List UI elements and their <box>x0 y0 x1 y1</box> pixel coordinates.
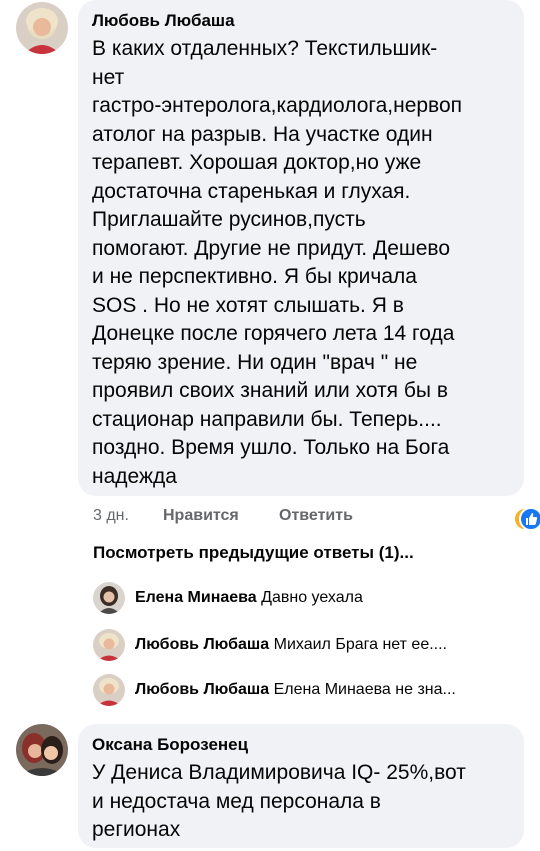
user-photo-icon <box>16 2 68 54</box>
like-button[interactable]: Нравится <box>163 507 239 525</box>
reply-button[interactable]: Ответить <box>279 507 353 525</box>
comment-author[interactable]: Любовь Любаша <box>92 11 510 31</box>
list-item: Любовь Любаша Михаил Брага нет ее.... <box>93 629 533 663</box>
comment-bubble: Любовь Любаша В каких отдаленных? Тексти… <box>78 0 524 496</box>
avatar[interactable] <box>93 629 125 661</box>
view-previous-replies[interactable]: Посмотреть предыдущие ответы (1)... <box>93 543 414 563</box>
avatar[interactable] <box>16 2 68 54</box>
reply-author[interactable]: Любовь Любаша <box>135 681 269 698</box>
avatar[interactable] <box>16 724 68 776</box>
reply-author[interactable]: Любовь Любаша <box>135 636 269 653</box>
like-icon <box>519 507 540 531</box>
reply-text: Михаил Брага нет ее.... <box>273 636 447 653</box>
comment-text: У Дениса Владимировича IQ- 25%,вот и нед… <box>92 761 466 841</box>
user-photo-icon <box>93 674 125 706</box>
user-photo-icon <box>93 582 125 614</box>
list-item: Елена Минаева Давно уехала <box>93 582 533 616</box>
user-photo-icon <box>16 724 68 776</box>
avatar[interactable] <box>93 674 125 706</box>
user-photo-icon <box>93 629 125 661</box>
comment-text: В каких отдаленных? Текстильшик- нет гас… <box>92 37 463 488</box>
avatar[interactable] <box>93 582 125 614</box>
reply-text: Елена Минаева не зна... <box>273 681 456 698</box>
comment-author[interactable]: Оксана Борозенец <box>92 735 510 755</box>
list-item: Любовь Любаша Елена Минаева не зна... <box>93 674 533 708</box>
reply-text: Давно уехала <box>261 589 363 606</box>
comment-bubble: Оксана Борозенец У Дениса Владимировича … <box>78 724 524 848</box>
reply-author[interactable]: Елена Минаева <box>135 589 257 606</box>
comment-actions: 3 дн. Нравится Ответить 16 <box>93 505 540 531</box>
comment-time[interactable]: 3 дн. <box>93 507 129 525</box>
